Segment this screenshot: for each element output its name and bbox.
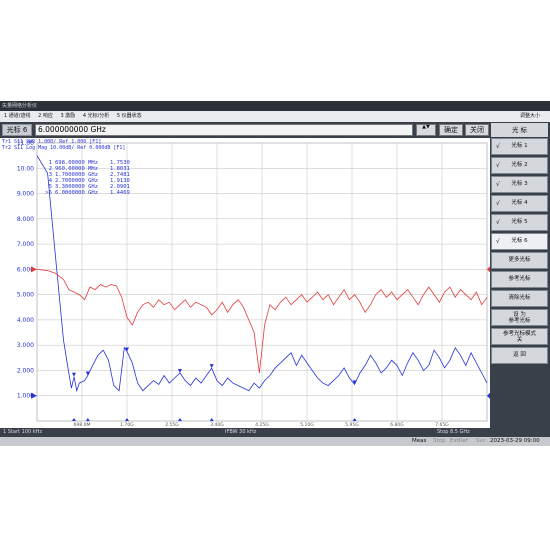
marker-val: 1.4469 — [110, 190, 130, 196]
softkey-11[interactable]: 参考光标模式 关 — [491, 328, 548, 345]
marker-axis-triangle — [85, 418, 90, 421]
start-frequency: 1 Start 100 kHz — [3, 429, 42, 435]
softkey-label: 参考光标模式 关 — [502, 331, 536, 343]
softkey-4[interactable]: √ 光标 4 — [491, 195, 548, 212]
ok-button[interactable]: 确定 — [439, 124, 463, 136]
softkey-title: 光 标 — [491, 123, 548, 137]
active-marker-label: 光标 6 — [2, 124, 32, 136]
softkey-label: 更多光标 — [508, 257, 531, 263]
menu-item-resize[interactable]: 调整大小 — [520, 111, 540, 122]
check-icon: √ — [496, 219, 500, 226]
marker-triangle[interactable] — [71, 372, 76, 377]
marker-axis-triangle — [352, 418, 357, 421]
softkey-label: 光标 5 — [511, 219, 528, 225]
stop-frequency: Stop 8.5 GHz — [437, 429, 470, 435]
status-bar: 1 Start 100 kHz IFBW 30 kHz Stop 8.5 GHz — [0, 428, 490, 437]
ref-level-marker[interactable] — [31, 266, 37, 273]
analyzer-screen: 矢量网络分析仪 1 通道/迹线 2 响应 3 激励 4 光标/分析 5 仪器状态… — [0, 101, 550, 446]
marker-triangle[interactable] — [85, 371, 90, 376]
y-tick-label: 2.000 — [17, 367, 34, 374]
menu-item-marker[interactable]: 4 光标/分析 — [83, 113, 109, 119]
softkey-label: 返 回 — [513, 352, 526, 358]
check-icon: √ — [496, 238, 500, 245]
y-tick-label: 5.000 — [17, 292, 34, 299]
softkey-label: 光标 6 — [511, 238, 528, 244]
softkey-9[interactable]: 清除光标 — [491, 290, 548, 307]
check-icon: √ — [496, 181, 500, 188]
window-title: 矢量网络分析仪 — [0, 101, 550, 111]
softkey-10[interactable]: 设 为 参考光标 — [491, 309, 548, 326]
y-tick-label: 7.000 — [17, 241, 34, 248]
marker-axis-triangle — [177, 418, 182, 421]
trace2-info[interactable]: Tr2 S11 Log Mag 10.00dB/ Ref 0.000dB [F1… — [2, 145, 125, 151]
spin-arrows-icon[interactable]: ▲▼ — [416, 124, 436, 136]
softkey-2[interactable]: √ 光标 2 — [491, 157, 548, 174]
marker-triangle[interactable] — [209, 364, 214, 369]
stop-indicator: Stop — [433, 438, 446, 444]
marker-axis-triangle — [124, 418, 129, 421]
softkey-12[interactable]: 返 回 — [491, 347, 548, 364]
y-tick-label: 3.000 — [17, 342, 34, 349]
svc-indicator: Svc — [476, 438, 486, 444]
marker-triangle[interactable] — [177, 368, 182, 373]
softkey-8[interactable]: 参考光标 — [491, 271, 548, 288]
plot-area[interactable]: 11.00 10.00 9.000 8.000 7.000 6.000 5.000 4.000… — [0, 138, 490, 428]
softkey-label: 光标 3 — [511, 181, 528, 187]
menu-item-response[interactable]: 2 响应 — [38, 113, 53, 119]
marker-num: >6 — [45, 190, 52, 196]
softkey-7[interactable]: 更多光标 — [491, 252, 548, 269]
softkey-6[interactable]: √ 光标 6 — [491, 233, 548, 250]
close-button[interactable]: 关闭 — [465, 124, 489, 136]
y-tick-label: 4.000 — [17, 317, 34, 324]
menu-item-stimulus[interactable]: 3 激励 — [60, 113, 75, 119]
softkey-1[interactable]: √ 光标 1 — [491, 138, 548, 155]
ifbw: IFBW 30 kHz — [225, 429, 257, 435]
clock: 2023-03-29 09:00 — [490, 438, 540, 444]
trace-info: Tr1 S11 SWR 1.000/ Ref 1.000 [F1] Tr2 S1… — [2, 139, 125, 151]
check-icon: √ — [496, 200, 500, 207]
y-tick-label: 9.000 — [17, 191, 34, 198]
softkey-label: 清除光标 — [508, 295, 531, 301]
softkey-3[interactable]: √ 光标 3 — [491, 176, 548, 193]
softkey-label: 光标 4 — [511, 200, 528, 206]
menu-item-channel[interactable]: 1 通道/迹线 — [4, 113, 30, 119]
softkey-panel: 光 标 √ 光标 1 √ 光标 2 √ 光标 3 √ 光标 4 √ 光标 5 √ 光标 6 更多光标参考… — [490, 122, 550, 437]
marker-table: 1 698.00000 MHz 1.7530 2 960.00000 MHz 1.8031… — [40, 160, 143, 196]
marker-axis-triangle — [209, 418, 214, 421]
softkey-label: 参考光标 — [508, 276, 531, 282]
y-tick-label: 8.000 — [17, 216, 34, 223]
marker-freq: 6.0000000 GHz — [55, 190, 99, 196]
frequency-input[interactable]: 6.000000000 GHz — [35, 124, 413, 136]
softkey-label: 光标 1 — [511, 143, 528, 149]
check-icon: √ — [496, 162, 500, 169]
y-tick-label: 10.00 — [17, 165, 34, 172]
bottom-status-bar: Meas Stop ExtRef Svc 2023-03-29 09:00 — [0, 437, 550, 446]
extref-indicator: ExtRef — [450, 438, 468, 444]
marker-row[interactable]: >6 6.0000000 GHz 1.4469 — [40, 190, 143, 196]
menu-bar: 1 通道/迹线 2 响应 3 激励 4 光标/分析 5 仪器状态 调整大小 — [0, 111, 550, 122]
marker-axis-triangle — [71, 418, 76, 421]
check-icon: √ — [496, 143, 500, 150]
entry-toolbar: 光标 6 6.000000000 GHz ▲▼ 确定 关闭 — [0, 122, 490, 138]
menu-item-system[interactable]: 5 仪器状态 — [117, 113, 142, 119]
softkey-label: 设 为 参考光标 — [508, 312, 531, 324]
ref-level-marker[interactable] — [31, 392, 37, 399]
softkey-label: 光标 2 — [511, 162, 528, 168]
meas-indicator: Meas — [412, 438, 427, 444]
softkey-5[interactable]: √ 光标 5 — [491, 214, 548, 231]
